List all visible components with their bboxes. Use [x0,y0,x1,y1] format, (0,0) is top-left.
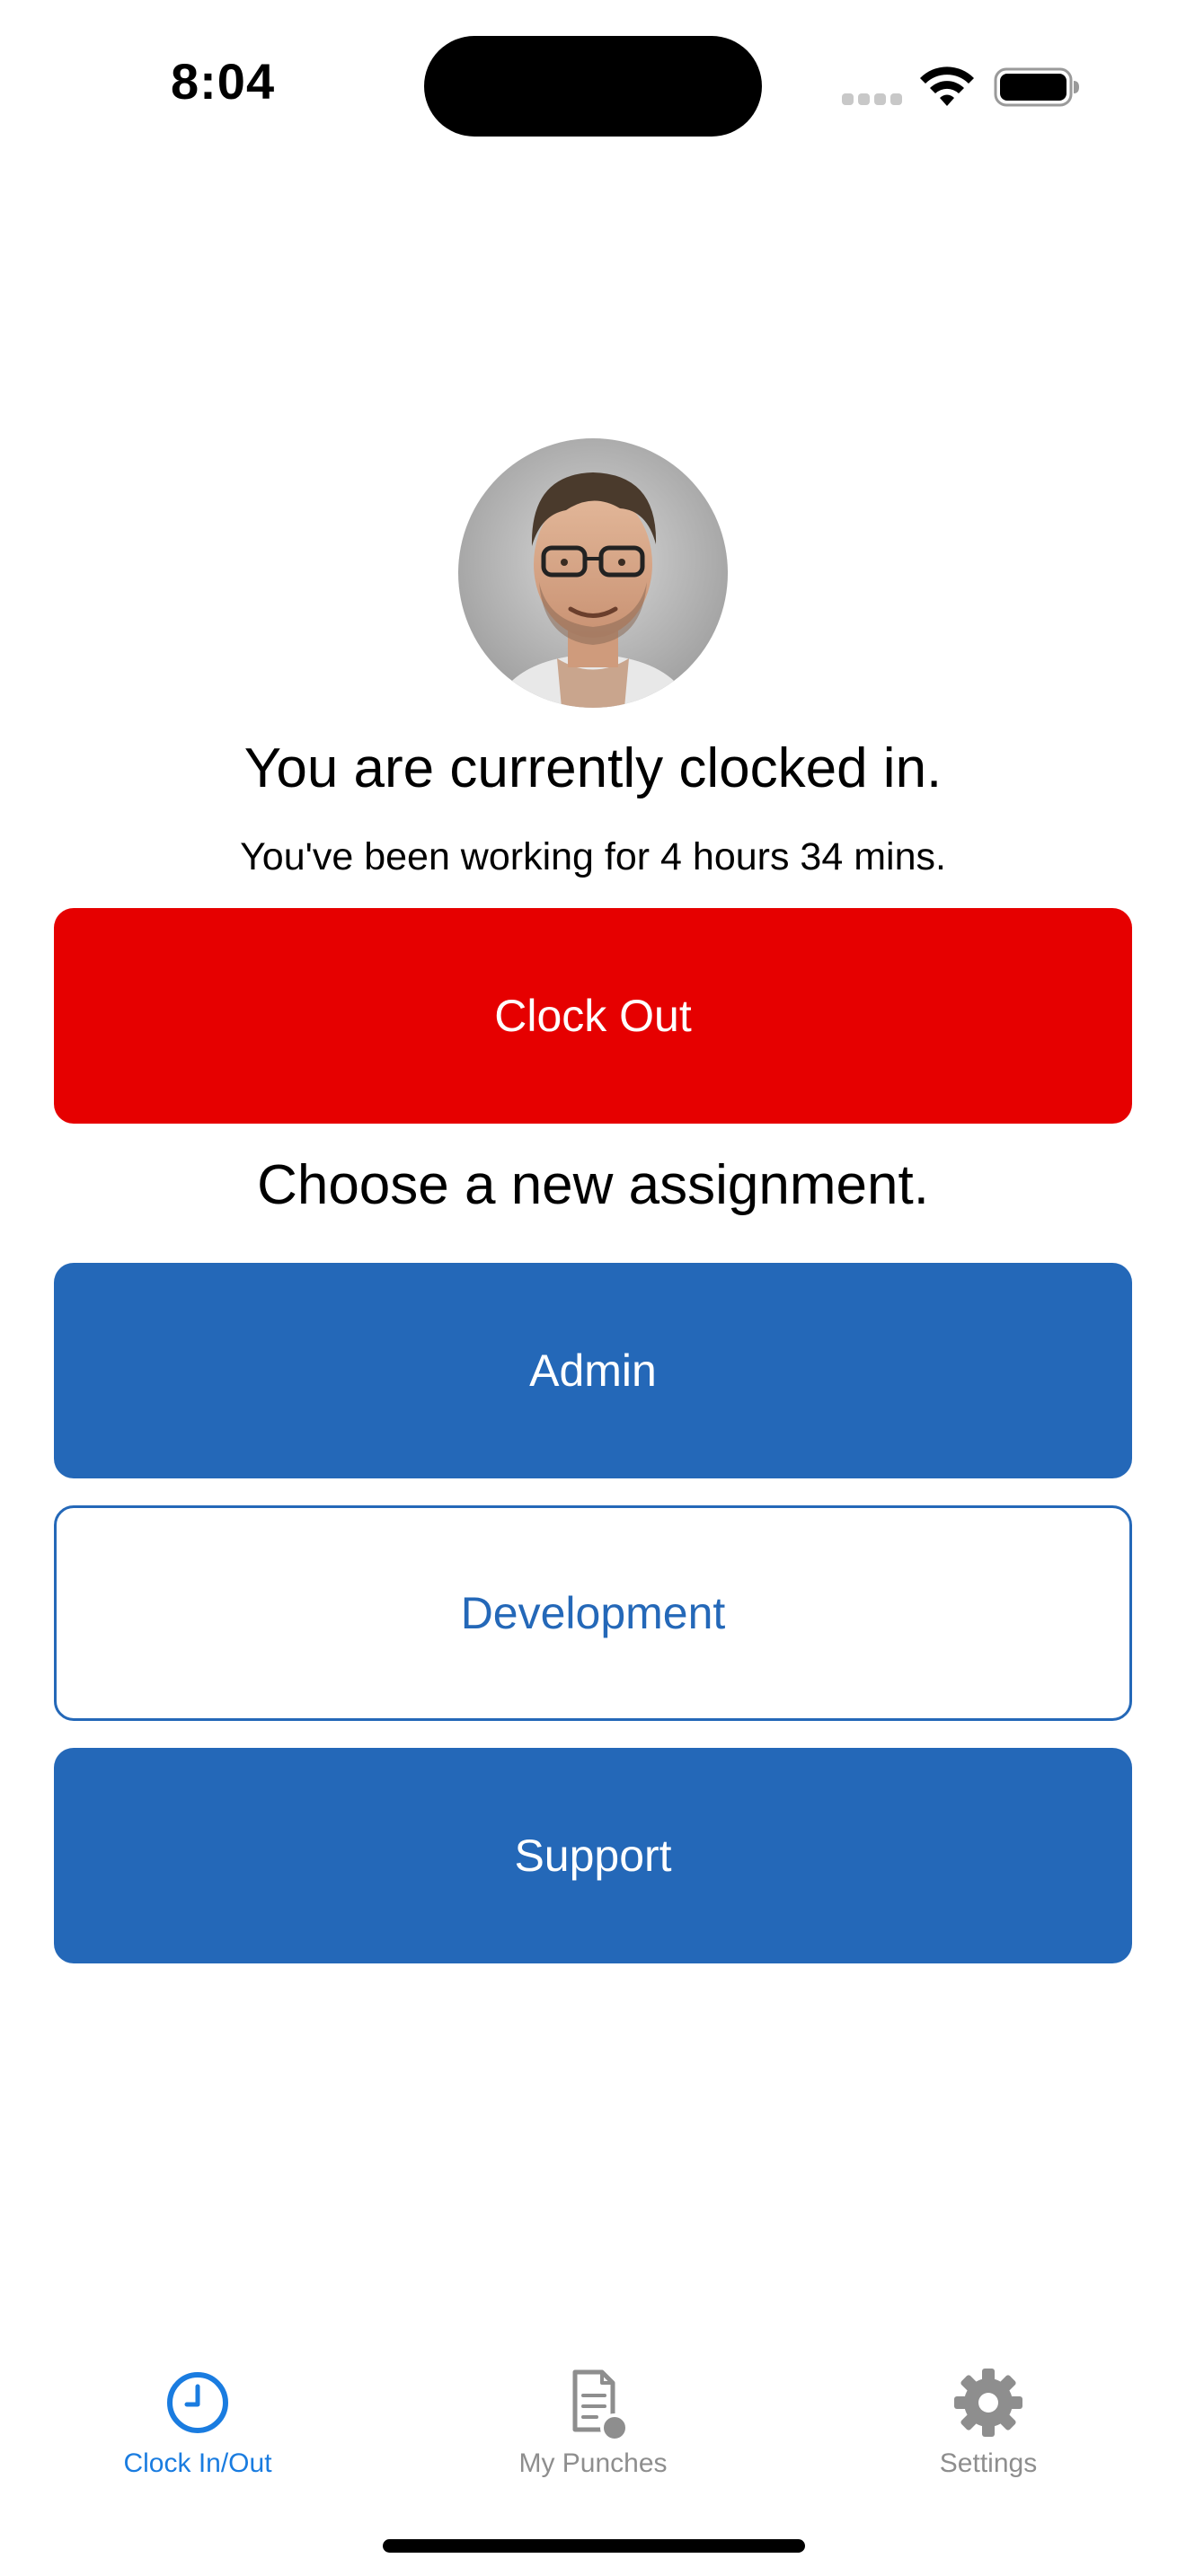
status-time: 8:04 [171,53,276,110]
assignment-development-button[interactable]: Development [54,1505,1132,1721]
tab-settings[interactable]: Settings [854,2335,1123,2488]
avatar [458,438,728,708]
tab-label: Clock In/Out [123,2448,272,2478]
tab-label: Settings [939,2448,1038,2478]
assignment-admin-button[interactable]: Admin [54,1263,1132,1478]
clock-out-button[interactable]: Clock Out [54,908,1132,1124]
choose-assignment-heading: Choose a new assignment. [257,1154,929,1216]
user-photo-icon [458,438,728,708]
tab-my-punches[interactable]: My Punches [458,2335,728,2488]
clock-status-headline: You are currently clocked in. [243,737,943,799]
dynamic-island [424,36,762,137]
gear-icon [954,2369,1022,2437]
battery-icon [994,67,1079,107]
document-icon [572,2369,629,2439]
home-indicator[interactable] [383,2539,805,2553]
working-duration-text: You've been working for 4 hours 34 mins. [240,835,946,878]
wifi-icon [920,66,974,106]
cellular-signal-icon [842,93,902,106]
clock-icon [167,2372,228,2433]
status-bar: 8:04 [0,0,1186,171]
assignment-support-button[interactable]: Support [54,1748,1132,1963]
tab-bar: Clock In/Out My Punches Settings [0,2335,1186,2515]
tab-label: My Punches [518,2448,668,2478]
tab-clock-in-out[interactable]: Clock In/Out [63,2335,332,2488]
